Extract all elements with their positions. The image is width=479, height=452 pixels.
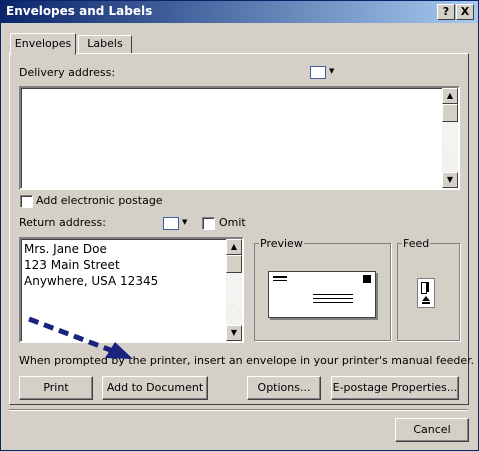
arrow-shaft [28,316,114,354]
tab-envelopes-label: Envelopes [14,37,72,50]
annotation-arrow [28,316,133,359]
tab-envelopes[interactable]: Envelopes [10,33,76,55]
envelopes-dialog: Envelopes and Labels ? X Envelopes Label… [0,0,479,451]
